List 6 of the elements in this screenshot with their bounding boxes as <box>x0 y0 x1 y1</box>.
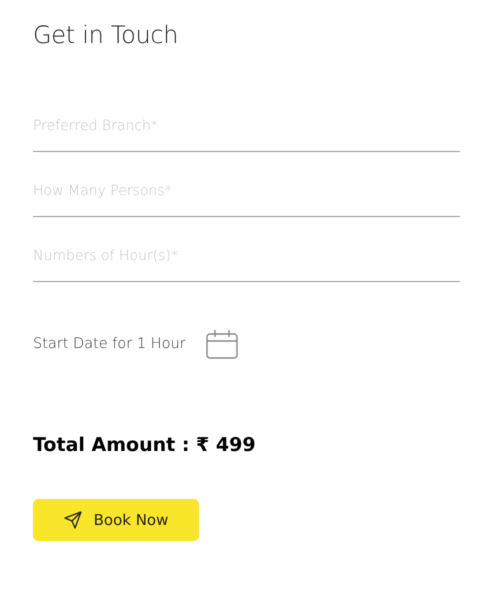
total-amount: Total Amount : ₹ 499 <box>33 434 257 456</box>
form-title: Get in Touch <box>33 20 180 51</box>
send-icon <box>64 511 82 529</box>
book-button[interactable]: Book Now <box>33 499 199 541</box>
calendar-icon[interactable] <box>206 329 238 359</box>
date-label: Start Date for 1 Hour <box>33 336 186 352</box>
